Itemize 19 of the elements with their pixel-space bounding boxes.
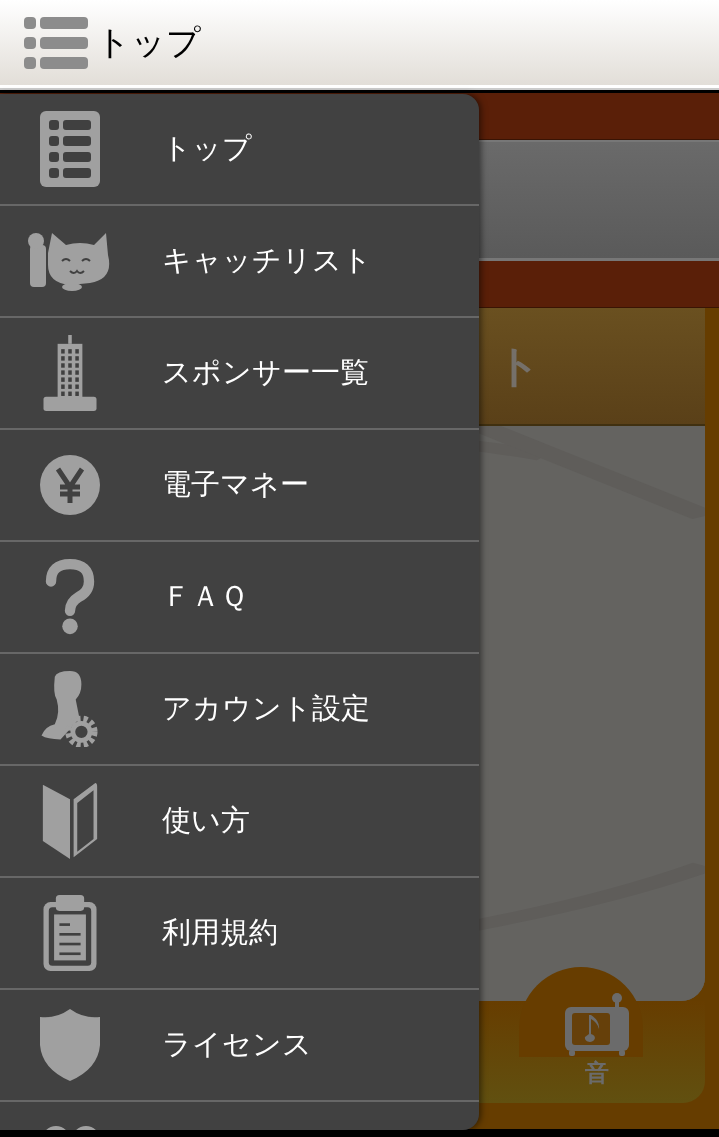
- shield-icon: [40, 1007, 100, 1083]
- menu-item[interactable]: トップ: [0, 94, 479, 206]
- menu-item[interactable]: ライセンス: [0, 990, 479, 1102]
- building-icon: [40, 335, 100, 411]
- menu-item[interactable]: 電子マネー: [0, 430, 479, 542]
- menu-item[interactable]: 使い方: [0, 766, 479, 878]
- menu-item[interactable]: キャッチリスト: [0, 206, 479, 318]
- user-gear-icon: [40, 671, 100, 747]
- clipboard-icon: [40, 895, 100, 971]
- beginner-mark-icon: [40, 783, 100, 859]
- menu-item[interactable]: スポンサー一覧: [0, 318, 479, 430]
- list-icon: [40, 111, 100, 187]
- section-title: ト: [496, 338, 541, 393]
- page-title: トップ: [96, 20, 201, 64]
- menu-item[interactable]: 利用規約: [0, 878, 479, 990]
- menu-item[interactable]: アカウント設定: [0, 654, 479, 766]
- menu-item[interactable]: ＦＡＱ: [0, 542, 479, 654]
- menu-icon[interactable]: [24, 16, 88, 69]
- cat-icon: [26, 231, 110, 291]
